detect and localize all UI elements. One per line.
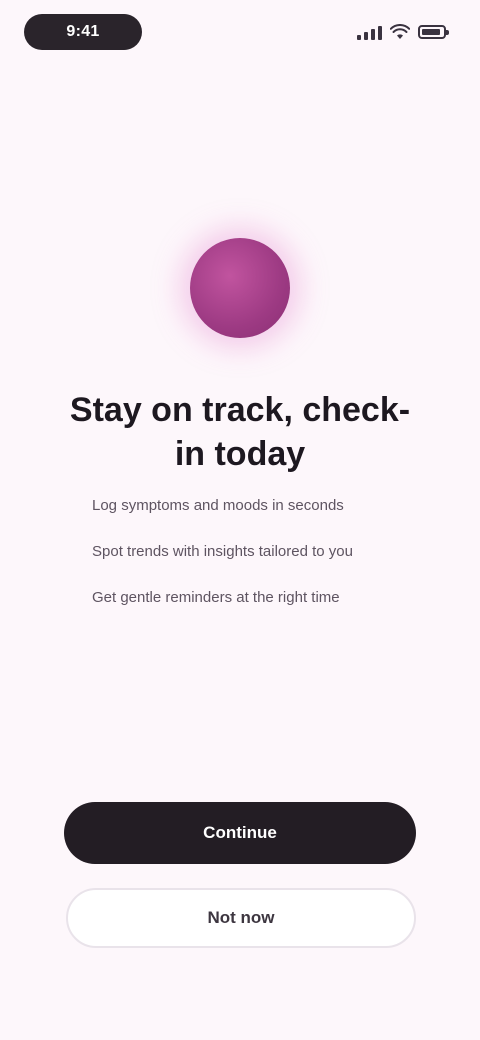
status-icons (357, 24, 449, 40)
hero-orb-icon (190, 238, 290, 338)
wifi-icon (390, 24, 410, 39)
status-time: 9:41 (24, 14, 142, 50)
feature-item: Get gentle reminders at the right time (92, 589, 340, 606)
feature-item: Spot trends with insights tailored to yo… (92, 543, 353, 560)
signal-icon (357, 24, 382, 40)
page-title: Stay on track, check-in today (69, 391, 411, 473)
not-now-button[interactable]: Not now (66, 888, 416, 948)
onboarding-screen: 9:41 Stay on track, check-in today Log s… (0, 0, 480, 1040)
continue-button[interactable]: Continue (64, 802, 416, 864)
battery-icon (418, 25, 449, 39)
status-bar: 9:41 (0, 0, 480, 64)
feature-list: Log symptoms and moods in seconds Spot t… (92, 496, 412, 634)
feature-item: Log symptoms and moods in seconds (92, 497, 344, 514)
